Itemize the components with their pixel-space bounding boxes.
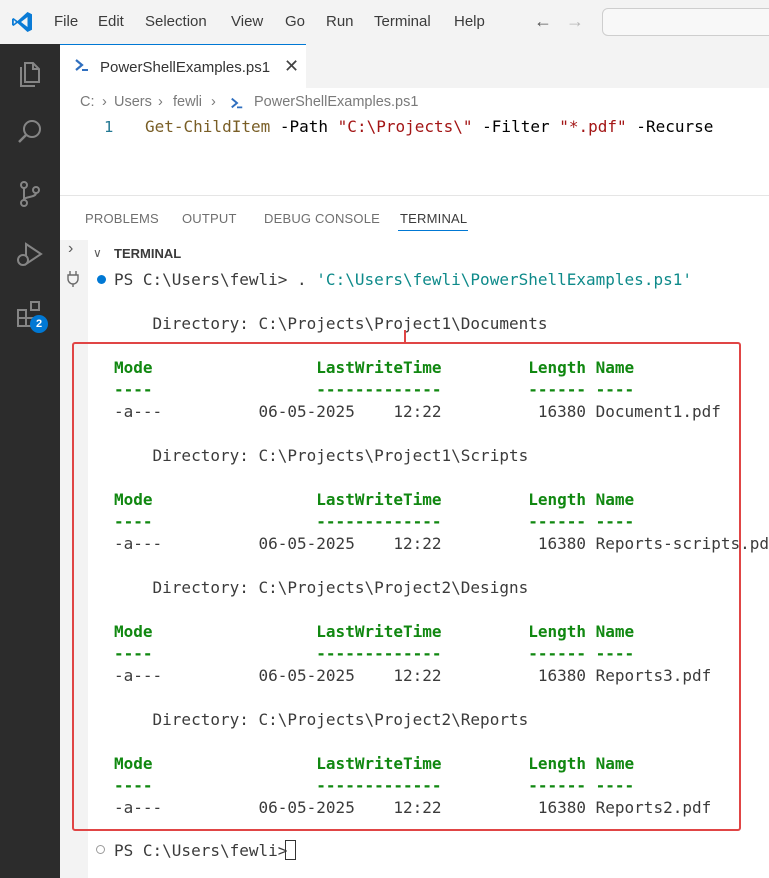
command-line: PS C:\Users\fewli> . 'C:\Users\fewli\Pow… (114, 270, 692, 289)
vscode-logo-icon (12, 12, 32, 32)
run-debug-icon[interactable] (14, 238, 46, 270)
code-param-path: -Path (270, 117, 338, 136)
final-prompt: PS C:\Users\fewli> (114, 841, 298, 860)
command-center-search[interactable] (602, 8, 769, 36)
powershell-file-icon (75, 59, 88, 71)
breadcrumb-drive[interactable]: C: (80, 94, 95, 110)
panel-divider (60, 195, 769, 196)
chevron-right-icon: › (158, 94, 163, 110)
extensions-badge: 2 (30, 315, 48, 333)
breadcrumb-file[interactable]: PowerShellExamples.ps1 (254, 94, 418, 110)
title-bar: File Edit Selection View Go Run Terminal… (0, 0, 769, 44)
breadcrumb-user[interactable]: fewli (173, 94, 202, 110)
files-icon[interactable] (14, 58, 46, 90)
directory-line: Directory: C:\Projects\Project1\Document… (114, 314, 548, 333)
source-control-icon[interactable] (14, 178, 46, 210)
chevron-right-icon: › (211, 94, 216, 110)
activity-bar (0, 44, 60, 878)
menu-view[interactable]: View (231, 13, 263, 30)
arrow-right-icon[interactable]: → (566, 11, 584, 32)
tab-problems[interactable]: PROBLEMS (85, 211, 159, 226)
menu-file[interactable]: File (54, 13, 78, 30)
tab-debug-console[interactable]: DEBUG CONSOLE (264, 211, 380, 226)
chevron-right-icon: › (102, 94, 107, 110)
active-tab-indicator (398, 230, 468, 231)
prompt: PS C:\Users\fewli> (114, 270, 298, 289)
dot-source: . (297, 270, 317, 289)
directory-path: C:\Projects\Project1\Documents (258, 314, 548, 333)
chevron-down-icon[interactable]: ∨ (93, 246, 102, 260)
chevron-right-icon[interactable]: › (68, 240, 73, 258)
powershell-file-icon (231, 97, 243, 109)
highlight-box (72, 342, 741, 831)
editor-line[interactable]: 1 Get-ChildItem -Path "C:\Projects\" -Fi… (60, 116, 769, 138)
code-param-filter: -Filter (472, 117, 560, 136)
menu-selection[interactable]: Selection (145, 13, 207, 30)
menu-go[interactable]: Go (285, 13, 305, 30)
tab-terminal[interactable]: TERMINAL (400, 211, 467, 226)
code-string-path: "C:\Projects\" (337, 117, 473, 136)
plug-icon[interactable] (66, 270, 80, 288)
arrow-left-icon[interactable]: ← (534, 11, 552, 32)
tab-output[interactable]: OUTPUT (182, 211, 237, 226)
menu-terminal[interactable]: Terminal (374, 13, 431, 30)
command-status-dot[interactable] (97, 275, 106, 284)
command-status-dot[interactable] (96, 845, 105, 854)
line-number: 1 (104, 118, 114, 136)
terminal-section-title: TERMINAL (114, 246, 182, 261)
menu-run[interactable]: Run (326, 13, 354, 30)
tab-label: PowerShellExamples.ps1 (100, 59, 271, 76)
menu-help[interactable]: Help (454, 13, 485, 30)
code-string-filter: "*.pdf" (559, 117, 627, 136)
close-icon[interactable]: ✕ (284, 56, 299, 77)
menu-edit[interactable]: Edit (98, 13, 124, 30)
code-param-recurse: -Recurse (626, 117, 714, 136)
search-icon[interactable] (14, 116, 46, 148)
editor-tabs-bar: PowerShellExamples.ps1 ✕ (60, 44, 769, 88)
tab-powershell-examples[interactable]: PowerShellExamples.ps1 ✕ (60, 44, 306, 88)
code-cmdlet: Get-ChildItem (145, 117, 271, 136)
breadcrumb-users[interactable]: Users (114, 94, 152, 110)
terminal-cursor (285, 840, 296, 860)
code-text[interactable]: Get-ChildItem -Path "C:\Projects\" -Filt… (145, 117, 713, 136)
script-path: 'C:\Users\fewli\PowerShellExamples.ps1' (316, 270, 692, 289)
